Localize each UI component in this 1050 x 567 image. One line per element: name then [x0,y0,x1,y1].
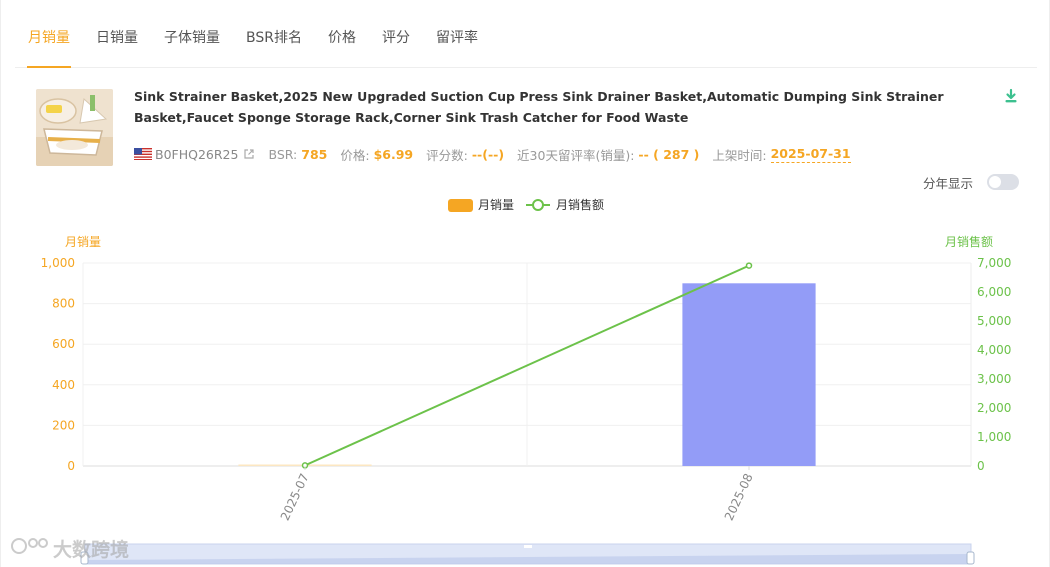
sales-chart: 月销量 月销售额月销量 月销售额02004006008001,00001,0002,… [41,197,1011,565]
y-right-tick-label: 5,000 [977,314,1011,328]
y-left-tick-label: 400 [52,378,75,392]
product-title[interactable]: Sink Strainer Basket,2025 New Upgraded S… [134,86,994,128]
rating-label: 评分数: [426,147,468,163]
external-link-icon[interactable] [243,148,255,160]
y-right-tick-label: 7,000 [977,256,1011,270]
y-left-tick-label: 600 [52,337,75,351]
y-right-tick-label: 0 [977,459,985,473]
y-right-tick-label: 3,000 [977,372,1011,386]
product-image [36,89,113,166]
bsr-value: 785 [301,146,328,162]
legend-label-monthly-revenue: 月销售额 [556,197,604,212]
listed-date-label: 上架时间: [712,147,767,163]
y-right-tick-label: 1,000 [977,430,1011,444]
y-left-tick-label: 0 [67,459,75,473]
y-right-tick-label: 2,000 [977,401,1011,415]
y-left-tick-label: 1,000 [41,256,75,270]
y-right-axis-title: 月销售额 [945,234,993,249]
zoom-handle-left[interactable] [80,551,89,565]
x-tick-label: 2025-08 [722,471,756,522]
legend-swatch-monthly-sales [448,199,473,212]
tab-daily-sales[interactable]: 日销量 [83,0,151,68]
y-left-axis-title: 月销量 [65,235,101,249]
product-thumbnail[interactable] [36,89,113,166]
listed-date-value: 2025-07-31 [770,145,851,163]
us-flag-icon [134,148,152,160]
tab-bar: 月销量 日销量 子体销量 BSR排名 价格 评分 留评率 [15,0,1037,68]
legend-label-monthly-sales: 月销量 [478,198,514,212]
y-right-tick-label: 6,000 [977,285,1011,299]
zoom-slider-grip[interactable] [524,545,532,548]
tab-review-rate[interactable]: 留评率 [423,0,491,68]
tab-bsr-rank[interactable]: BSR排名 [233,0,315,68]
tab-rating[interactable]: 评分 [369,0,423,68]
y-left-tick-label: 800 [52,297,75,311]
bar-monthly-sales [682,283,816,466]
review-rate-value: -- ( 287 ) [638,146,700,162]
tab-variant-sales[interactable]: 子体销量 [151,0,233,68]
legend-marker-monthly-revenue [532,199,544,211]
price-value: $6.99 [373,146,414,162]
page-frame: 月销量 日销量 子体销量 BSR排名 价格 评分 留评率 Sink Strain… [0,0,1050,567]
review-rate-label: 近30天留评率(销量): [517,147,635,163]
download-icon[interactable] [1003,88,1019,104]
product-meta: B0FHQ26R25 BSR: 785 价格: $6.99 评分数: --(--… [134,144,851,164]
price-label: 价格: [340,147,370,163]
y-right-tick-label: 4,000 [977,343,1011,357]
asin[interactable]: B0FHQ26R25 [155,147,238,162]
year-toggle-switch[interactable] [987,174,1019,190]
rating-value: --(--) [471,146,505,162]
tab-monthly-sales[interactable]: 月销量 [27,0,71,68]
bsr-label: BSR: [268,146,298,162]
x-tick-label: 2025-07 [278,471,312,522]
zoom-handle-right[interactable] [966,551,975,565]
point-monthly-revenue [745,262,753,269]
tab-price[interactable]: 价格 [315,0,369,68]
y-left-tick-label: 200 [52,418,75,432]
